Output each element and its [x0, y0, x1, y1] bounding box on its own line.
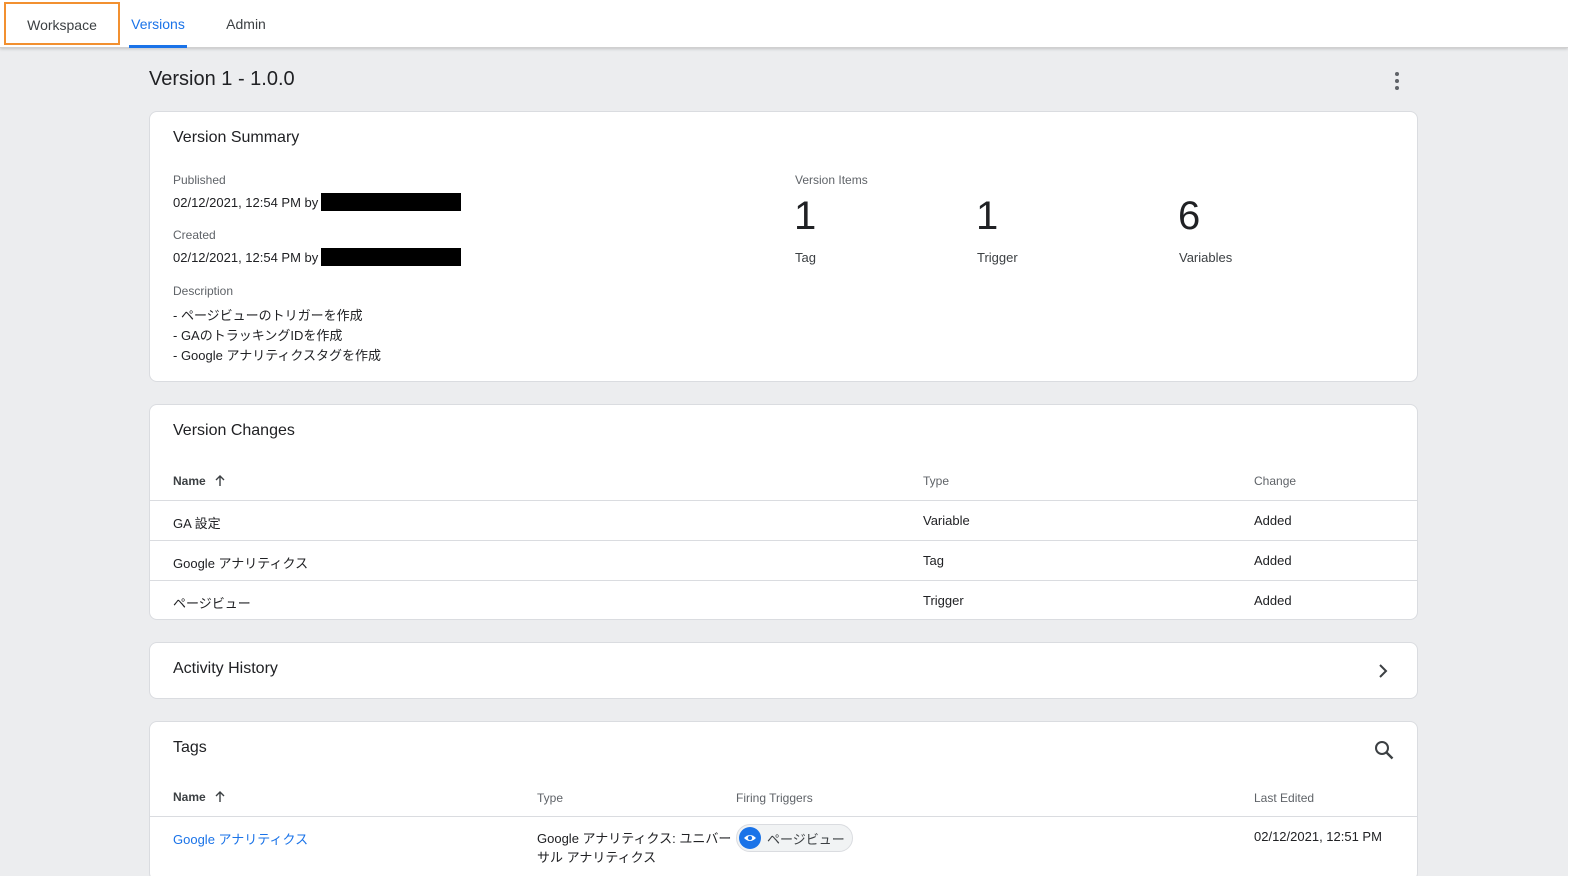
tags-card: Tags Name Type Firing Triggers Last Edit… — [149, 721, 1418, 876]
trigger-count-label: Trigger — [977, 250, 1018, 265]
firing-trigger-chip[interactable]: ページビュー — [736, 824, 853, 852]
version-changes-card: Version Changes Name Type Change GA 設定 V… — [149, 404, 1418, 620]
row-type: Tag — [923, 553, 944, 568]
tag-count-label: Tag — [795, 250, 816, 265]
created-value: 02/12/2021, 12:54 PM by — [173, 248, 462, 266]
card-title: Tags — [173, 739, 207, 756]
column-header-firing-triggers: Firing Triggers — [736, 791, 813, 805]
redacted-user — [321, 193, 462, 211]
tag-type: Google アナリティクス: ユニバーサル アナリティクス — [537, 831, 732, 865]
column-header-name[interactable]: Name — [173, 790, 226, 804]
tab-versions[interactable]: Versions — [129, 0, 187, 48]
top-nav-bar: Workspace Versions Admin — [0, 0, 1568, 48]
row-type: Variable — [923, 513, 970, 528]
row-name: Google アナリティクス — [173, 556, 309, 571]
column-header-name[interactable]: Name — [173, 474, 226, 488]
tag-count: 1 — [794, 194, 817, 238]
published-label: Published — [173, 173, 226, 187]
card-title: Version Changes — [173, 422, 295, 439]
card-title: Version Summary — [173, 129, 300, 146]
tab-admin[interactable]: Admin — [222, 0, 270, 48]
description-line: - GAのトラッキングIDを作成 — [173, 328, 343, 343]
table-row[interactable]: Google アナリティクス Tag Added — [150, 540, 1417, 580]
column-header-type: Type — [537, 791, 564, 805]
last-edited: 02/12/2021, 12:51 PM — [1254, 829, 1382, 844]
table-row[interactable]: ページビュー Trigger Added — [150, 580, 1417, 620]
trigger-count: 1 — [976, 194, 999, 238]
activity-history-card[interactable]: Activity History — [149, 642, 1418, 699]
column-label: Name — [173, 474, 206, 488]
published-text: 02/12/2021, 12:54 PM by — [173, 194, 319, 210]
column-header-last-edited: Last Edited — [1254, 791, 1315, 805]
row-name: GA 設定 — [173, 516, 221, 531]
table-row[interactable]: GA 設定 Variable Added — [150, 500, 1417, 540]
published-value: 02/12/2021, 12:54 PM by — [173, 193, 462, 211]
column-label: Name — [173, 790, 206, 804]
row-change: Added — [1254, 593, 1292, 608]
tab-workspace[interactable]: Workspace — [4, 2, 120, 45]
trigger-label: ページビュー — [767, 831, 845, 847]
description-line: - ページビューのトリガーを作成 — [173, 308, 363, 323]
tag-name-link[interactable]: Google アナリティクス — [173, 829, 308, 848]
variables-count: 6 — [1178, 194, 1201, 238]
arrow-up-icon — [215, 791, 225, 802]
page-edge — [1568, 0, 1583, 876]
row-change: Added — [1254, 513, 1292, 528]
card-title: Activity History — [173, 660, 278, 677]
chevron-right-icon[interactable] — [1374, 662, 1392, 680]
row-type: Trigger — [923, 593, 964, 608]
description-line: - Google アナリティクスタグを作成 — [173, 348, 382, 363]
redacted-user — [321, 248, 462, 266]
search-icon[interactable] — [1373, 739, 1395, 761]
eye-icon — [739, 827, 761, 849]
page-title: Version 1 - 1.0.0 — [149, 68, 295, 90]
created-label: Created — [173, 228, 216, 242]
column-header-type: Type — [923, 474, 950, 488]
created-text: 02/12/2021, 12:54 PM by — [173, 249, 319, 265]
row-name: ページビュー — [173, 596, 251, 611]
column-header-change: Change — [1254, 474, 1297, 488]
arrow-up-icon — [215, 475, 225, 486]
more-vert-icon[interactable] — [1385, 68, 1409, 94]
variables-count-label: Variables — [1179, 250, 1233, 265]
description-label: Description — [173, 284, 234, 298]
version-summary-card: Version Summary Published 02/12/2021, 12… — [149, 111, 1418, 382]
version-items-label: Version Items — [795, 173, 868, 187]
row-change: Added — [1254, 553, 1292, 568]
